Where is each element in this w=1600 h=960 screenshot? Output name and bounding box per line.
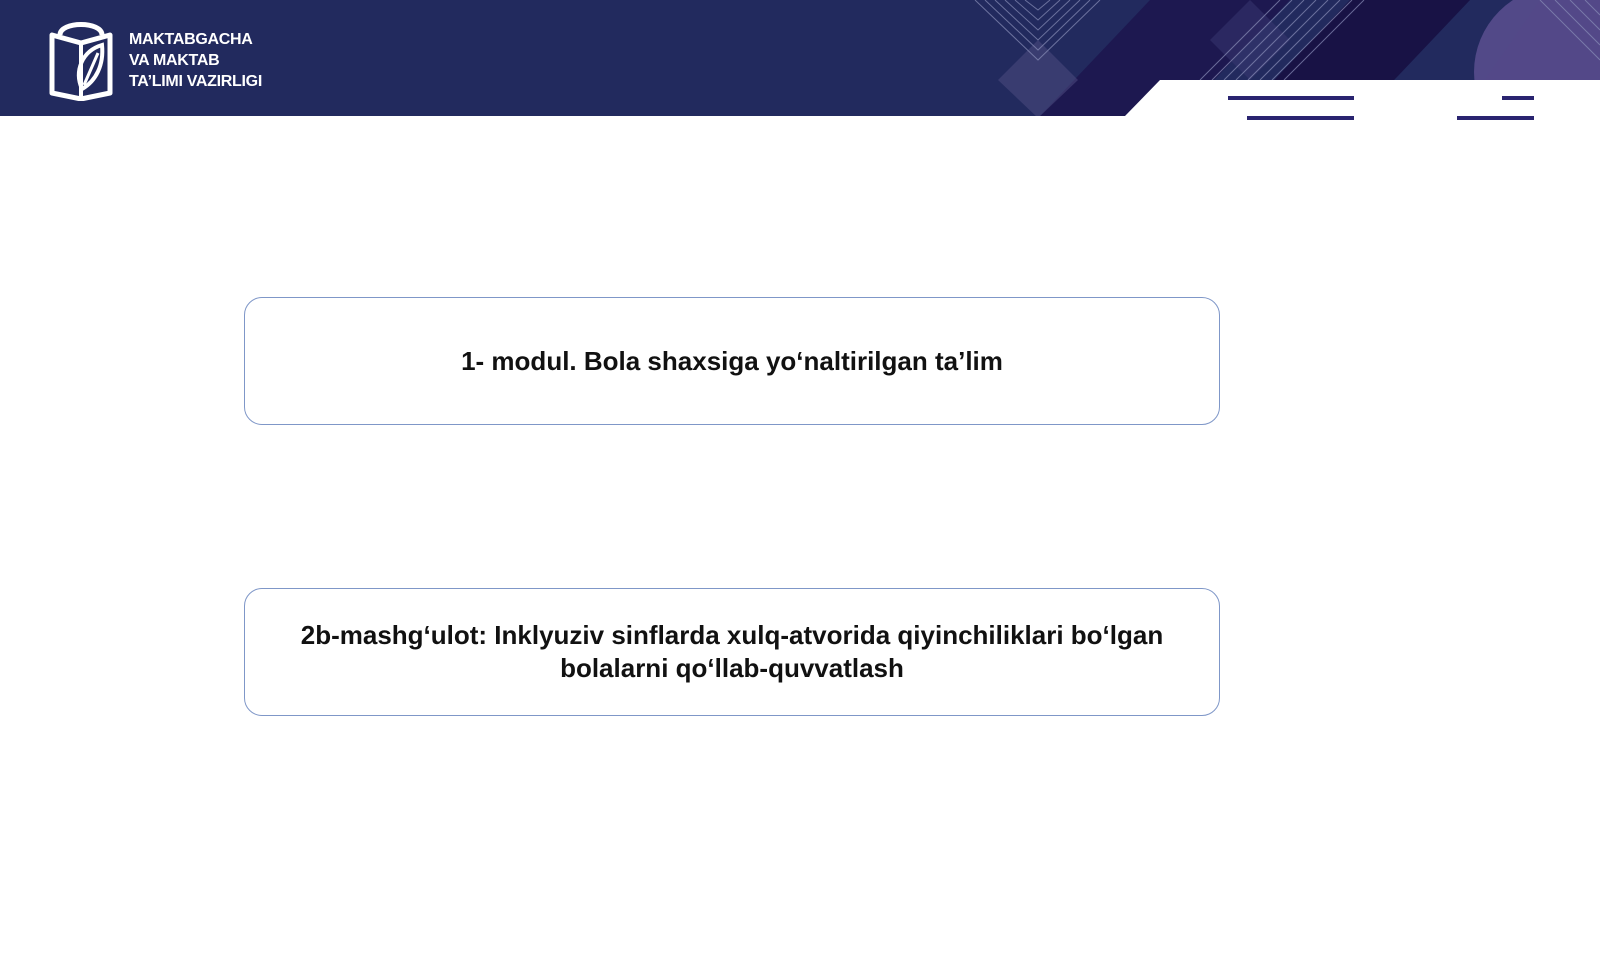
lesson-title: 2b-mashg‘ulot: Inklyuziv sinflarda xulq-…: [301, 619, 1163, 685]
slide: MAKTABGACHA VA MAKTAB TA’LIMI VAZIRLIGI …: [0, 0, 1600, 960]
ministry-name-line-3: TA’LIMI VAZIRLIGI: [129, 73, 262, 90]
module-title: 1- modul. Bola shaxsiga yo‘naltirilgan t…: [461, 345, 1003, 376]
ministry-name: MAKTABGACHA VA MAKTAB TA’LIMI VAZIRLIGI: [129, 29, 329, 92]
ministry-name-line-2: VA MAKTAB: [129, 52, 220, 69]
open-book-leaf-icon: [49, 22, 113, 101]
lesson-title-line-1: 2b-mashg‘ulot: Inklyuziv sinflarda xulq-…: [300, 620, 1164, 650]
lesson-title-line-2: bolalarni qo‘llab-quvvatlash: [560, 653, 904, 683]
module-title-box: 1- modul. Bola shaxsiga yo‘naltirilgan t…: [244, 297, 1220, 425]
ministry-name-line-1: MAKTABGACHA: [129, 31, 253, 48]
lesson-title-box: 2b-mashg‘ulot: Inklyuziv sinflarda xulq-…: [244, 588, 1220, 716]
